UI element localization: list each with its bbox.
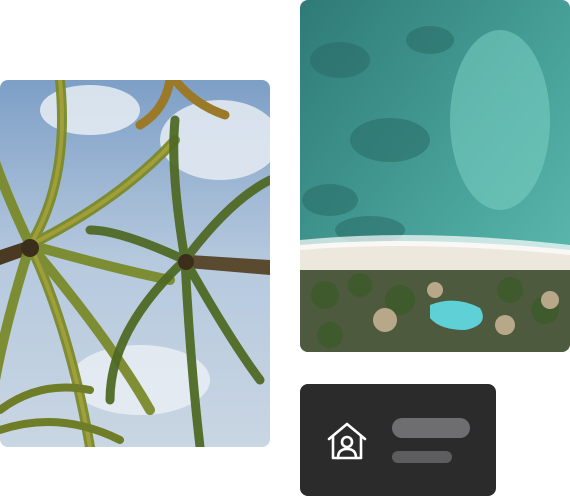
profile-card[interactable] — [300, 384, 496, 496]
home-person-icon — [324, 418, 370, 464]
beach-aerial-photo — [300, 0, 570, 352]
title-placeholder — [392, 418, 470, 438]
palm-trees-photo — [0, 80, 270, 447]
beach-aerial-illustration — [300, 0, 570, 352]
palm-trees-illustration — [0, 80, 270, 447]
subtitle-placeholder — [392, 451, 452, 463]
